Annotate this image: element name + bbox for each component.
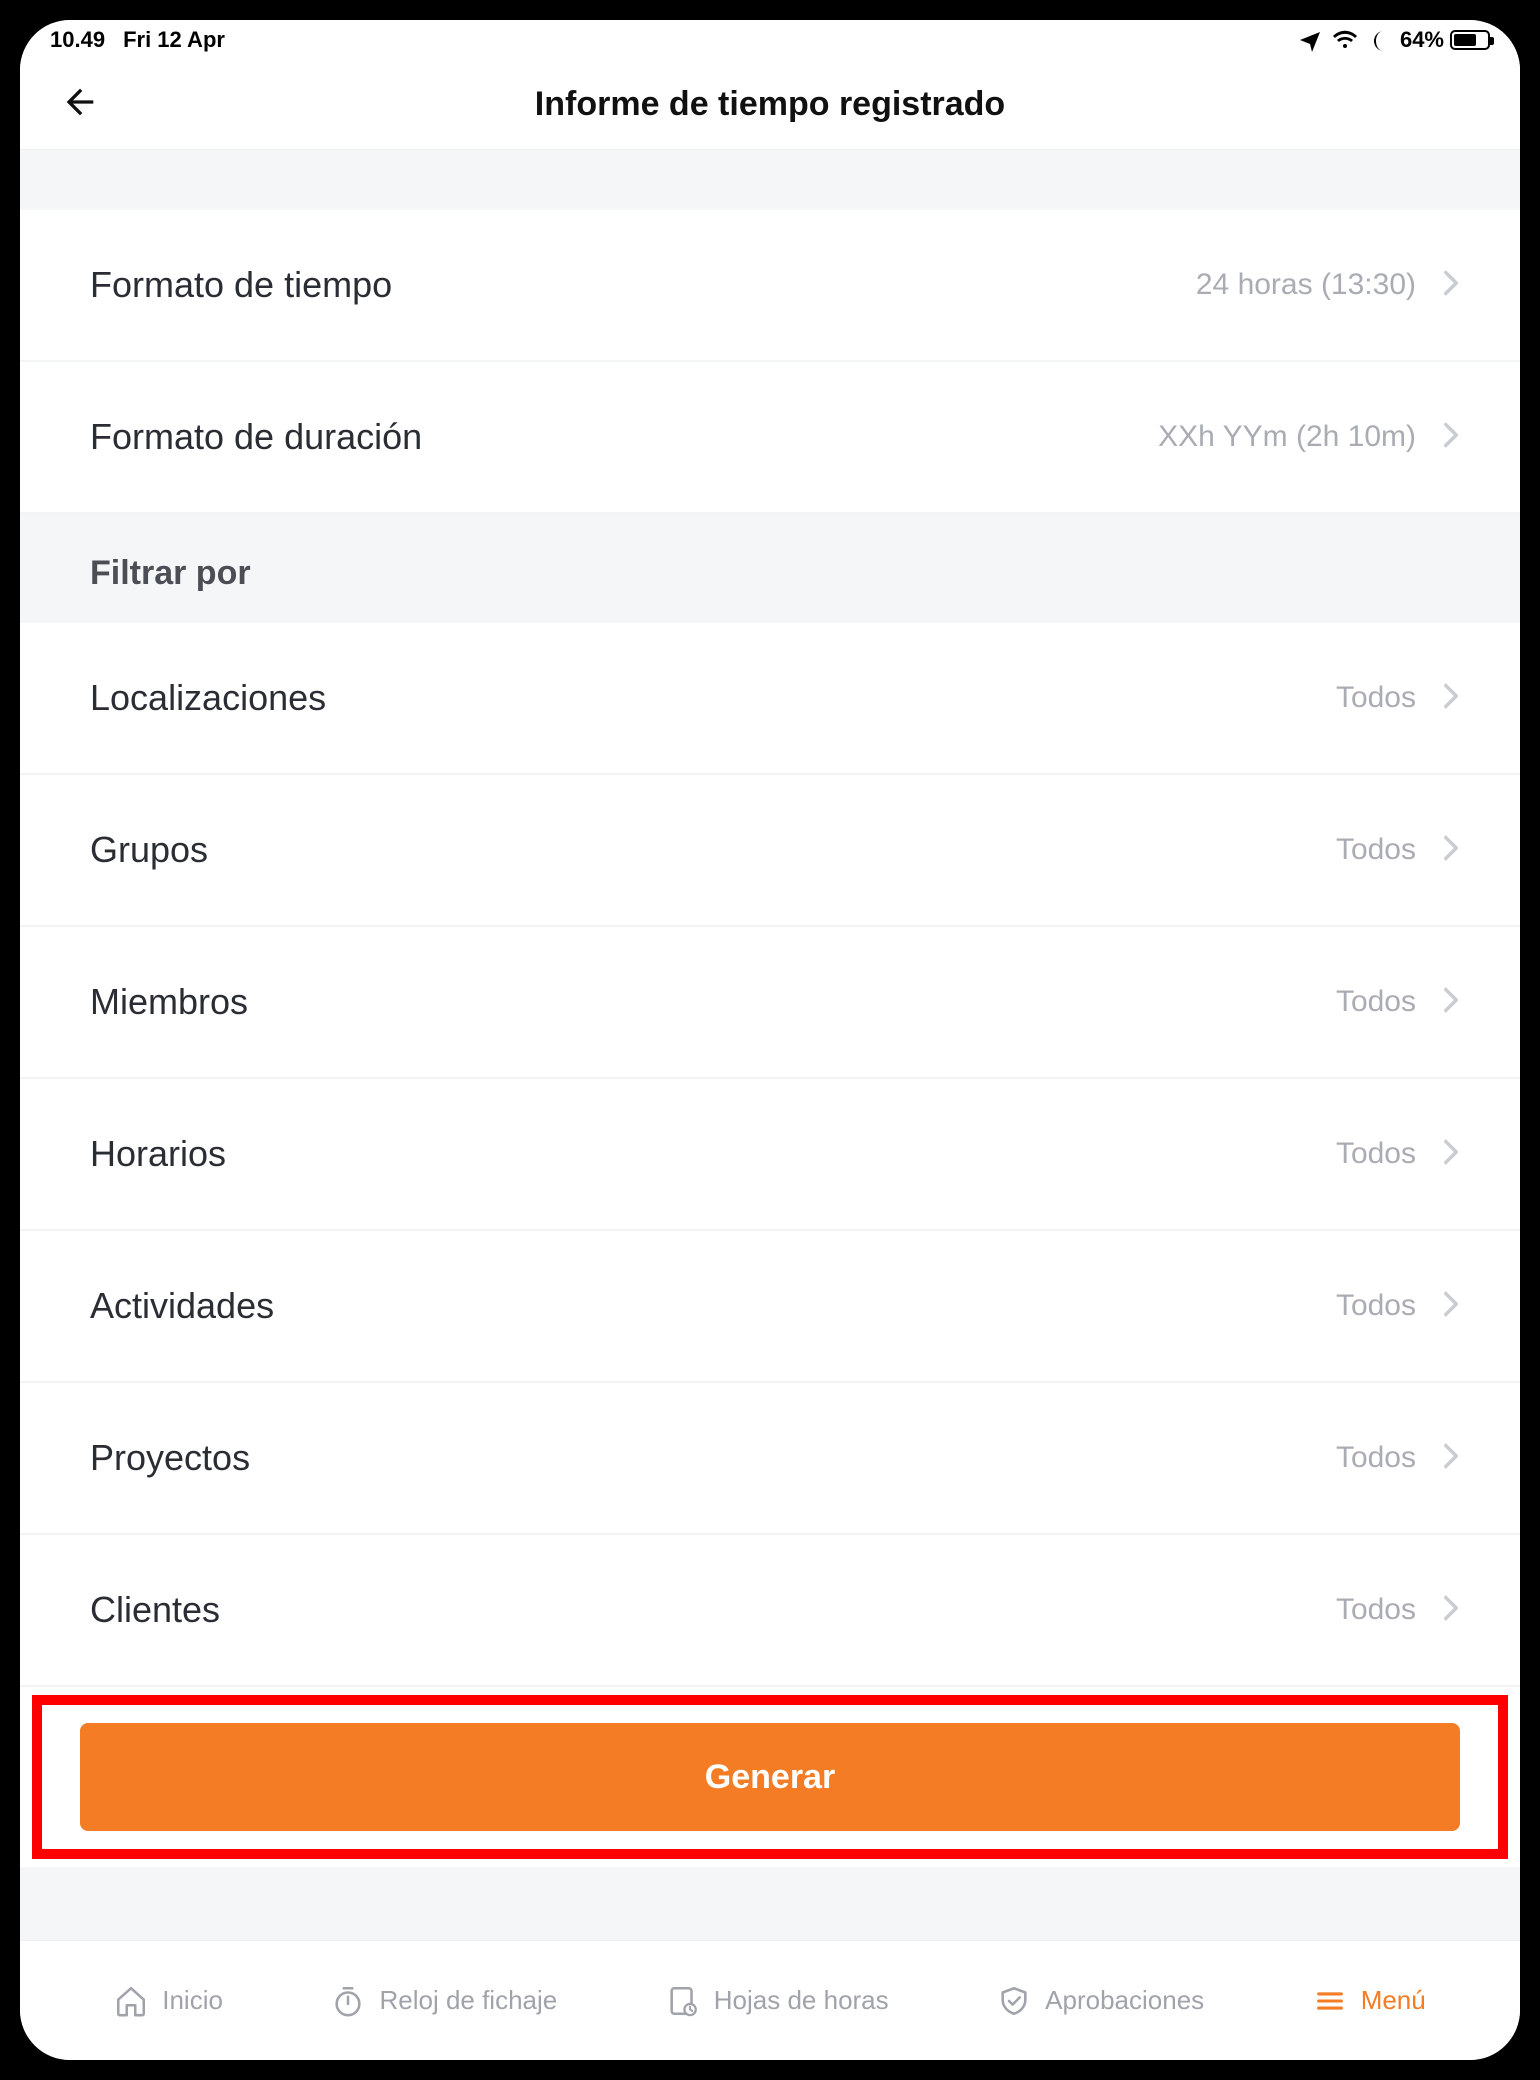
row-filter-projects[interactable]: Proyectos Todos bbox=[20, 1383, 1520, 1535]
airplane-mode-icon bbox=[1298, 28, 1322, 52]
row-value: Todos bbox=[1336, 681, 1416, 715]
nav-menu[interactable]: Menú bbox=[1313, 1984, 1426, 2018]
page-header: Informe de tiempo registrado bbox=[20, 60, 1520, 150]
row-filter-members[interactable]: Miembros Todos bbox=[20, 927, 1520, 1079]
home-icon bbox=[114, 1984, 148, 2018]
status-time: 10.49 bbox=[50, 27, 105, 53]
do-not-disturb-icon bbox=[1368, 29, 1390, 51]
nav-label: Inicio bbox=[162, 1985, 223, 2016]
device-frame: 10.49 Fri 12 Apr 64% Informe de tiempo r… bbox=[20, 20, 1520, 2060]
chevron-right-icon bbox=[1442, 1442, 1460, 1475]
wifi-icon bbox=[1332, 30, 1358, 50]
chevron-right-icon bbox=[1442, 834, 1460, 867]
row-label: Miembros bbox=[90, 981, 248, 1023]
row-filter-clients[interactable]: Clientes Todos bbox=[20, 1535, 1520, 1687]
nav-label: Aprobaciones bbox=[1045, 1985, 1204, 2016]
status-left: 10.49 Fri 12 Apr bbox=[50, 27, 225, 53]
nav-timesheets[interactable]: Hojas de horas bbox=[666, 1984, 889, 2018]
row-value: Todos bbox=[1336, 1289, 1416, 1323]
row-label: Formato de tiempo bbox=[90, 264, 392, 306]
chevron-right-icon bbox=[1442, 1290, 1460, 1323]
row-value: Todos bbox=[1336, 1593, 1416, 1627]
shield-check-icon bbox=[997, 1984, 1031, 2018]
row-label: Proyectos bbox=[90, 1437, 250, 1479]
chevron-right-icon bbox=[1442, 682, 1460, 715]
timesheet-icon bbox=[666, 1984, 700, 2018]
chevron-right-icon bbox=[1442, 1594, 1460, 1627]
content-scroll[interactable]: Formato de tiempo 24 horas (13:30) Forma… bbox=[20, 150, 1520, 1940]
status-bar: 10.49 Fri 12 Apr 64% bbox=[20, 20, 1520, 60]
status-right: 64% bbox=[1298, 27, 1490, 53]
row-filter-schedules[interactable]: Horarios Todos bbox=[20, 1079, 1520, 1231]
nav-label: Reloj de fichaje bbox=[379, 1985, 557, 2016]
nav-label: Menú bbox=[1361, 1985, 1426, 2016]
bottom-nav: Inicio Reloj de fichaje Hojas de horas A… bbox=[20, 1940, 1520, 2060]
back-button[interactable] bbox=[60, 82, 100, 127]
row-filter-activities[interactable]: Actividades Todos bbox=[20, 1231, 1520, 1383]
nav-approvals[interactable]: Aprobaciones bbox=[997, 1984, 1204, 2018]
nav-timeclock[interactable]: Reloj de fichaje bbox=[331, 1984, 557, 2018]
row-label: Horarios bbox=[90, 1133, 226, 1175]
row-filter-locations[interactable]: Localizaciones Todos bbox=[20, 623, 1520, 775]
row-value: Todos bbox=[1336, 1441, 1416, 1475]
chevron-right-icon bbox=[1442, 986, 1460, 1019]
status-date: Fri 12 Apr bbox=[123, 27, 225, 53]
row-value: 24 horas (13:30) bbox=[1196, 268, 1416, 302]
row-duration-format[interactable]: Formato de duración XXh YYm (2h 10m) bbox=[20, 362, 1520, 514]
row-filter-groups[interactable]: Grupos Todos bbox=[20, 775, 1520, 927]
stopwatch-icon bbox=[331, 1984, 365, 2018]
nav-label: Hojas de horas bbox=[714, 1985, 889, 2016]
row-label: Grupos bbox=[90, 829, 208, 871]
page-title: Informe de tiempo registrado bbox=[20, 85, 1520, 124]
chevron-right-icon bbox=[1442, 421, 1460, 454]
generate-area: Generar bbox=[20, 1687, 1520, 1867]
row-label: Formato de duración bbox=[90, 416, 422, 458]
generate-button[interactable]: Generar bbox=[80, 1723, 1460, 1831]
row-time-format[interactable]: Formato de tiempo 24 horas (13:30) bbox=[20, 210, 1520, 362]
row-value: Todos bbox=[1336, 985, 1416, 1019]
menu-icon bbox=[1313, 1984, 1347, 2018]
row-value: XXh YYm (2h 10m) bbox=[1158, 420, 1416, 454]
battery-percent: 64% bbox=[1400, 27, 1444, 53]
spacer bbox=[20, 150, 1520, 210]
row-value: Todos bbox=[1336, 833, 1416, 867]
nav-home[interactable]: Inicio bbox=[114, 1984, 223, 2018]
chevron-right-icon bbox=[1442, 269, 1460, 302]
row-value: Todos bbox=[1336, 1137, 1416, 1171]
row-label: Actividades bbox=[90, 1285, 274, 1327]
row-label: Clientes bbox=[90, 1589, 220, 1631]
battery-indicator: 64% bbox=[1400, 27, 1490, 53]
row-label: Localizaciones bbox=[90, 677, 326, 719]
section-header-filter: Filtrar por bbox=[20, 514, 1520, 623]
battery-icon bbox=[1450, 30, 1490, 50]
chevron-right-icon bbox=[1442, 1138, 1460, 1171]
